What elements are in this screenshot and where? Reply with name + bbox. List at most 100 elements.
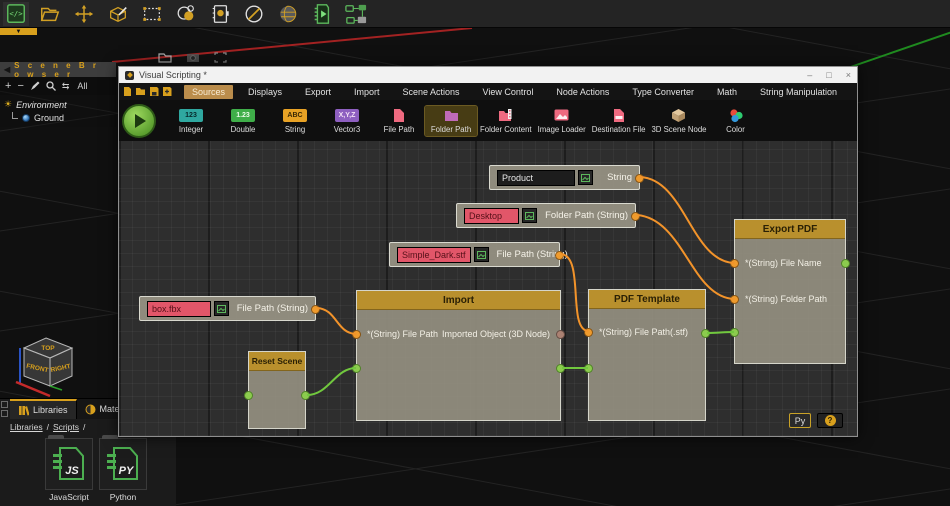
port-exec-input[interactable] bbox=[244, 391, 253, 400]
palette-item-label: Integer bbox=[179, 125, 203, 134]
render-spheres-button[interactable] bbox=[173, 2, 199, 26]
file-path-input[interactable]: box.fbx bbox=[147, 301, 211, 317]
node-model-file-path[interactable]: box.fbx File Path (String) bbox=[139, 296, 316, 321]
open-folder-button[interactable] bbox=[37, 2, 63, 26]
breadcrumb-libraries[interactable]: Libraries bbox=[10, 422, 43, 432]
maximize-button[interactable]: □ bbox=[826, 70, 831, 80]
value-picker-button[interactable] bbox=[578, 170, 593, 185]
string-value-input[interactable]: Product bbox=[497, 170, 575, 186]
palette-item-folder-content[interactable]: Folder Content bbox=[477, 106, 535, 136]
node-graph-canvas[interactable]: Product String Desktop Folder Path (Stri… bbox=[119, 141, 857, 436]
node-editor-button[interactable] bbox=[343, 2, 369, 26]
port-template-file-input[interactable] bbox=[584, 328, 593, 337]
open-file-icon[interactable] bbox=[135, 86, 146, 97]
globe-button[interactable] bbox=[275, 2, 301, 26]
filter-all-label[interactable]: All bbox=[77, 81, 87, 91]
tree-item-environment[interactable]: ☀ Environment bbox=[4, 98, 112, 111]
breadcrumb-scripts[interactable]: Scripts bbox=[53, 422, 79, 432]
node-desktop-folder-path[interactable]: Desktop Folder Path (String) bbox=[456, 203, 636, 228]
port-template-output[interactable] bbox=[701, 329, 710, 338]
save-as-icon[interactable] bbox=[162, 86, 172, 97]
port-exec-input[interactable] bbox=[352, 364, 361, 373]
menu-tab-sources[interactable]: Sources bbox=[184, 85, 233, 99]
remove-node-button[interactable]: − bbox=[17, 80, 23, 92]
node-export-pdf[interactable]: Export PDF *(String) File Name *(String)… bbox=[734, 219, 846, 364]
port-exec-output[interactable] bbox=[841, 259, 850, 268]
search-icon[interactable] bbox=[46, 81, 56, 91]
add-node-button[interactable]: + bbox=[5, 80, 11, 92]
list-item-python[interactable]: PY Python bbox=[99, 438, 147, 502]
run-graph-button[interactable] bbox=[122, 104, 156, 138]
collapse-panel-icon[interactable]: ◀ bbox=[4, 65, 10, 74]
port-folder-path-input[interactable] bbox=[730, 295, 739, 304]
node-import[interactable]: Import *(String) File Path Imported Obje… bbox=[356, 290, 561, 421]
port-file-name-input[interactable] bbox=[730, 259, 739, 268]
notebook-button[interactable] bbox=[207, 2, 233, 26]
menu-tab-view-control[interactable]: View Control bbox=[475, 85, 542, 99]
palette-item-folder-path[interactable]: Folder Path bbox=[425, 106, 477, 136]
port-exec-output[interactable] bbox=[301, 391, 310, 400]
port-imported-object-output[interactable] bbox=[556, 330, 565, 339]
tab-libraries[interactable]: Libraries bbox=[10, 399, 77, 419]
port-exec-input[interactable] bbox=[584, 364, 593, 373]
save-icon[interactable] bbox=[149, 86, 159, 97]
wire-template-to-pdftemplate bbox=[561, 254, 588, 331]
node-product-string[interactable]: Product String bbox=[489, 165, 640, 190]
port-file-path-output[interactable] bbox=[555, 251, 564, 260]
port-string-output[interactable] bbox=[635, 174, 644, 183]
menu-tab-node-actions[interactable]: Node Actions bbox=[548, 85, 617, 99]
palette-item-string[interactable]: ABC String bbox=[269, 106, 321, 136]
port-file-path-output[interactable] bbox=[311, 305, 320, 314]
sync-icon[interactable]: ⇆ bbox=[62, 81, 70, 92]
scene-browser-header[interactable]: ◀ S c e n e B r o w s e r bbox=[0, 62, 116, 77]
panel-dock-icons[interactable] bbox=[0, 399, 10, 419]
palette-item-destination-file[interactable]: Destination File bbox=[589, 106, 649, 136]
menu-tab-string-manipulation[interactable]: String Manipulation bbox=[752, 85, 845, 99]
run-script-button[interactable] bbox=[309, 2, 335, 26]
node-template-file-path[interactable]: Simple_Dark.stf File Path (String) bbox=[389, 242, 560, 267]
menu-tab-type-converter[interactable]: Type Converter bbox=[624, 85, 702, 99]
folder-picker-button[interactable] bbox=[522, 208, 537, 223]
node-reset-scene[interactable]: Reset Scene bbox=[248, 351, 306, 429]
palette-item-file-path[interactable]: File Path bbox=[373, 106, 425, 136]
menu-tab-math[interactable]: Math bbox=[709, 85, 745, 99]
palette-item-vector3[interactable]: X,Y,Z Vector3 bbox=[321, 106, 373, 136]
port-exec-output[interactable] bbox=[556, 364, 565, 373]
menu-tab-export[interactable]: Export bbox=[297, 85, 339, 99]
disable-button[interactable] bbox=[241, 2, 267, 26]
palette-item-integer[interactable]: 123 Integer bbox=[165, 106, 217, 136]
port-file-path-input[interactable] bbox=[352, 330, 361, 339]
palette-item-color[interactable]: Color bbox=[710, 106, 762, 136]
close-button[interactable]: × bbox=[846, 70, 851, 80]
scene-folder-icon[interactable] bbox=[158, 52, 172, 63]
folder-path-input[interactable]: Desktop bbox=[464, 208, 519, 224]
view-cube-gizmo[interactable]: TOP FRONT RIGHT bbox=[6, 326, 96, 404]
window-titlebar[interactable]: Visual Scripting * – □ × bbox=[119, 67, 857, 83]
list-item-javascript[interactable]: JS JavaScript bbox=[45, 438, 93, 502]
edit-3d-button[interactable] bbox=[105, 2, 131, 26]
node-pdf-template[interactable]: PDF Template *(String) File Path(.stf) bbox=[588, 289, 706, 421]
minimize-button[interactable]: – bbox=[807, 70, 812, 80]
file-picker-button[interactable] bbox=[474, 247, 489, 262]
file-picker-button[interactable] bbox=[214, 301, 229, 316]
menu-tab-import[interactable]: Import bbox=[346, 85, 388, 99]
port-exec-input[interactable] bbox=[730, 328, 739, 337]
new-file-icon[interactable] bbox=[123, 86, 132, 97]
frame-select-icon[interactable] bbox=[214, 52, 227, 63]
active-tool-indicator[interactable]: ▼ bbox=[0, 28, 37, 35]
marquee-select-button[interactable] bbox=[139, 2, 165, 26]
python-console-button[interactable]: Py bbox=[789, 413, 811, 428]
port-folder-path-output[interactable] bbox=[631, 212, 640, 221]
palette-item-image-loader[interactable]: Image Loader bbox=[535, 106, 589, 136]
palette-item-double[interactable]: 1.23 Double bbox=[217, 106, 269, 136]
camera-icon[interactable] bbox=[186, 52, 200, 63]
menu-tab-scene-actions[interactable]: Scene Actions bbox=[395, 85, 468, 99]
move-tool-button[interactable] bbox=[71, 2, 97, 26]
tree-item-ground[interactable]: Ground bbox=[4, 111, 112, 124]
palette-item-3d-scene-node[interactable]: 3D Scene Node bbox=[648, 106, 709, 136]
edit-pen-icon[interactable] bbox=[30, 81, 40, 91]
visual-scripting-tool-button[interactable]: </> bbox=[3, 2, 29, 26]
help-button[interactable]: ? bbox=[817, 413, 843, 428]
menu-tab-displays[interactable]: Displays bbox=[240, 85, 290, 99]
file-path-input[interactable]: Simple_Dark.stf bbox=[397, 247, 471, 263]
